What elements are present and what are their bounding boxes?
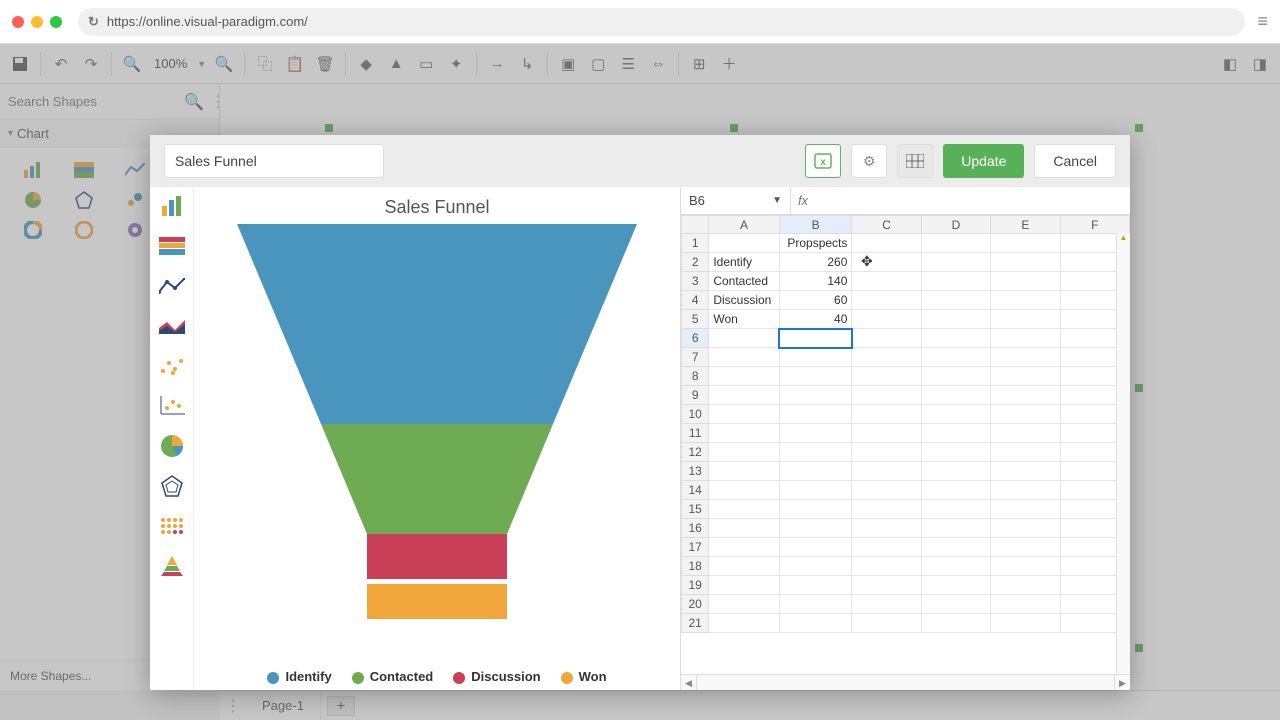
col-d[interactable]: D [921,216,990,234]
toggle-data-grid-button[interactable] [897,144,933,178]
browser-chrome: ↻ https://online.visual-paradigm.com/ ≡ [0,0,1280,44]
chart-legend: Identify Contacted Discussion Won [267,669,606,684]
col-a[interactable]: A [709,216,779,234]
chart-preview: Sales Funnel Identify Contacted Discussi… [194,187,680,690]
legend-identify: Identify [267,669,331,684]
fx-icon: fx [791,193,815,208]
type-bar-icon[interactable] [158,193,186,219]
window-controls [12,16,62,28]
reload-icon[interactable]: ↻ [88,14,99,30]
modal-header: x ⚙ Update Cancel [150,135,1130,187]
export-excel-button[interactable]: x [805,144,841,178]
window-max[interactable] [50,16,62,28]
type-scatter-axis-icon[interactable] [158,393,186,419]
cancel-button[interactable]: Cancel [1034,144,1116,178]
cell-reference[interactable]: B6▼ [681,187,791,214]
browser-menu-icon[interactable]: ≡ [1257,11,1268,32]
col-b[interactable]: B [779,216,852,234]
type-area-icon[interactable] [158,313,186,339]
legend-discussion: Discussion [453,669,540,684]
formula-input[interactable] [815,193,1130,208]
col-e[interactable]: E [991,216,1060,234]
chart-preview-title: Sales Funnel [384,197,489,218]
cell-b6[interactable] [779,329,852,348]
chart-settings-button[interactable]: ⚙ [851,144,887,178]
col-c[interactable]: C [852,216,921,234]
chart-editor-modal: x ⚙ Update Cancel Sales Funnel [150,135,1130,690]
funnel-seg-discussion [367,534,507,579]
sheet-grid[interactable]: A B C D E F 1Propspects 2Identify260 3Co… [681,215,1130,674]
type-scatter-icon[interactable] [158,353,186,379]
chart-type-list [150,187,194,690]
data-sheet: B6▼ fx A B C D E F 1Propspects 2I [680,187,1130,690]
sheet-vscroll[interactable]: ▲ [1116,233,1130,674]
type-pyramid-icon[interactable] [158,553,186,579]
type-pie-icon[interactable] [158,433,186,459]
window-min[interactable] [31,16,43,28]
address-bar[interactable]: ↻ https://online.visual-paradigm.com/ [78,8,1245,36]
legend-contacted: Contacted [352,669,434,684]
svg-text:x: x [820,157,826,168]
legend-won: Won [561,669,607,684]
type-dotmatrix-icon[interactable] [158,513,186,539]
chart-title-input[interactable] [164,144,384,178]
col-headers: A B C D E F [682,216,1130,234]
type-radar-icon[interactable] [158,473,186,499]
url-text: https://online.visual-paradigm.com/ [107,14,308,29]
funnel-seg-contacted [321,424,553,534]
type-stacked-icon[interactable] [158,233,186,259]
funnel-seg-won [367,584,507,619]
funnel-seg-identify [237,224,637,424]
type-line-icon[interactable] [158,273,186,299]
update-button[interactable]: Update [943,144,1024,178]
funnel-chart [237,224,637,624]
col-f[interactable]: F [1060,216,1129,234]
sheet-hscroll[interactable]: ◀▶ [681,674,1130,690]
window-close[interactable] [12,16,24,28]
